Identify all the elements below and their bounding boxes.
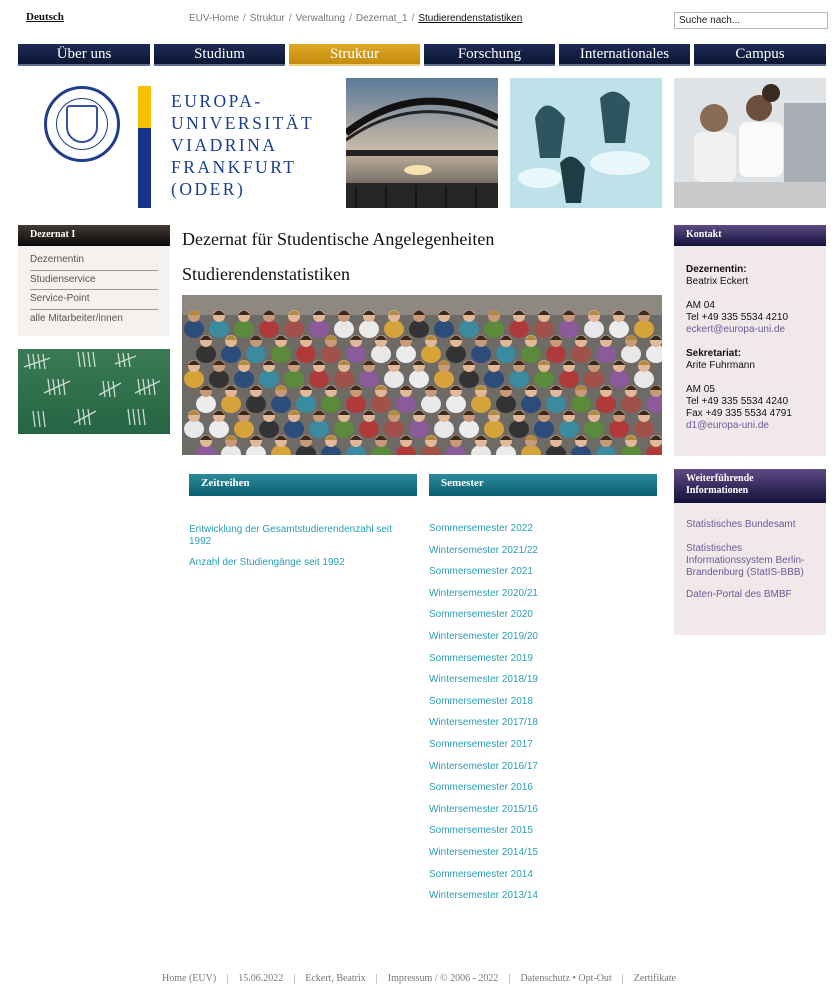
- link-studiengaenge[interactable]: Anzahl der Studiengänge seit 1992: [189, 557, 414, 569]
- logo-blue-bar: [138, 128, 151, 208]
- university-seal-logo[interactable]: [44, 86, 120, 162]
- sidebar-item-service-point[interactable]: Service-Point: [30, 291, 158, 310]
- breadcrumb-verwaltung[interactable]: Verwaltung: [296, 13, 345, 24]
- semester-link[interactable]: Wintersemester 2019/20: [429, 631, 538, 642]
- nav-struktur[interactable]: Struktur: [289, 44, 420, 66]
- sidebar-item-mitarbeiter[interactable]: alle Mitarbeiter/innen: [30, 311, 158, 330]
- nav-forschung[interactable]: Forschung: [424, 44, 555, 66]
- contact-sec-tel: Tel +49 335 5534 4240: [686, 396, 789, 407]
- semester-link[interactable]: Wintersemester 2013/14: [429, 890, 538, 901]
- footer-impressum[interactable]: Impressum / © 2006 - 2022: [388, 973, 499, 984]
- header-photo-chairs: [510, 78, 662, 208]
- breadcrumb-struktur[interactable]: Struktur: [250, 13, 285, 24]
- contact-sec-label: Sekretariat:: [686, 348, 742, 359]
- contact-head-tel: Tel +49 335 5534 4210: [686, 312, 789, 323]
- breadcrumb-current[interactable]: Studierendenstatistiken: [418, 13, 522, 24]
- semester-link[interactable]: Sommersemester 2020: [429, 609, 533, 620]
- university-name-logo[interactable]: EUROPA- UNIVERSITÄT VIADRINA FRANKFURT (…: [171, 90, 331, 200]
- footer-zertifikate[interactable]: Zertifikate: [634, 973, 676, 984]
- footer: Home (EUV) | 15.06.2022 | Eckert, Beatrix | Im…: [162, 973, 676, 984]
- sidebar-item-studienservice[interactable]: Studienservice: [30, 272, 158, 290]
- header-photo-students-computers: [674, 78, 826, 208]
- semester-link[interactable]: Wintersemester 2015/16: [429, 804, 538, 815]
- breadcrumb-dezernat[interactable]: Dezernat_1: [356, 13, 408, 24]
- contact-sec-email[interactable]: d1@europa-uni.de: [686, 420, 814, 432]
- contact-head-room: AM 04: [686, 300, 715, 311]
- semester-link[interactable]: Wintersemester 2017/18: [429, 717, 538, 728]
- logo-yellow-bar: [138, 86, 151, 128]
- nav-ueber-uns[interactable]: Über uns: [18, 44, 150, 66]
- contact-head-label: Dezernentin:: [686, 264, 747, 275]
- semester-link[interactable]: Sommersemester 2015: [429, 825, 533, 836]
- semester-link[interactable]: Sommersemester 2018: [429, 696, 533, 707]
- sidebar-nav: Dezernentin Studienservice Service-Point…: [18, 246, 170, 336]
- semester-link[interactable]: Wintersemester 2020/21: [429, 588, 538, 599]
- language-link[interactable]: Deutsch: [26, 11, 64, 23]
- link-daten-portal-bmbf[interactable]: Daten-Portal des BMBF: [686, 589, 814, 601]
- semester-link[interactable]: Sommersemester 2019: [429, 653, 533, 664]
- nav-campus[interactable]: Campus: [694, 44, 826, 66]
- footer-datenschutz[interactable]: Datenschutz • Opt-Out: [520, 973, 611, 984]
- students-group-photo: [182, 295, 662, 455]
- semester-link[interactable]: Sommersemester 2014: [429, 869, 533, 880]
- zeitreihen-header: Zeitreihen: [189, 474, 417, 496]
- breadcrumb-home[interactable]: EUV-Home: [189, 13, 239, 24]
- link-statistisches-bundesamt[interactable]: Statistisches Bundesamt: [686, 519, 814, 531]
- breadcrumb: EUV-Home / Struktur / Verwaltung / Dezernat_1/…: [189, 13, 523, 24]
- nav-internationales[interactable]: Internationales: [559, 44, 690, 66]
- semester-link[interactable]: Wintersemester 2016/17: [429, 761, 538, 772]
- link-gesamtstudierendenzahl[interactable]: Entwicklung der Gesamtstudierendenzahl s…: [189, 524, 414, 548]
- contact-box: Dezernentin: Beatrix Eckert AM 04 Tel +4…: [674, 246, 826, 456]
- contact-sec-fax: Fax +49 335 5534 4791: [686, 408, 792, 419]
- semester-link[interactable]: Sommersemester 2021: [429, 566, 533, 577]
- search-input[interactable]: [674, 12, 828, 29]
- contact-head-email[interactable]: eckert@europa-uni.de: [686, 324, 814, 336]
- contact-head-name: Beatrix Eckert: [686, 276, 749, 287]
- contact-sec-room: AM 05: [686, 384, 715, 395]
- more-info-title: Weiterführende Informationen: [674, 469, 826, 503]
- semester-header: Semester: [429, 474, 657, 496]
- footer-date: 15.06.2022: [238, 973, 284, 984]
- nav-studium[interactable]: Studium: [154, 44, 285, 66]
- page-title: Dezernat für Studentische Angelegenheite…: [182, 229, 495, 249]
- chalkboard-tally-image: [18, 349, 170, 434]
- semester-link[interactable]: Wintersemester 2021/22: [429, 545, 538, 556]
- header-photo-bridge: [346, 78, 498, 208]
- semester-link[interactable]: Wintersemester 2014/15: [429, 847, 538, 858]
- contact-title: Kontakt: [674, 225, 826, 246]
- semester-link[interactable]: Wintersemester 2018/19: [429, 674, 538, 685]
- footer-author[interactable]: Eckert, Beatrix: [305, 973, 366, 984]
- link-statis-bbb[interactable]: Statistisches Informationssystem Berlin-…: [686, 543, 814, 579]
- sidebar-title: Dezernat I: [18, 225, 170, 246]
- more-info-box: Statistisches Bundesamt Statistisches In…: [674, 503, 826, 635]
- footer-home[interactable]: Home (EUV): [162, 973, 216, 984]
- semester-link[interactable]: Sommersemester 2016: [429, 782, 533, 793]
- semester-link[interactable]: Sommersemester 2022: [429, 523, 533, 534]
- contact-sec-name: Arite Fuhrmann: [686, 360, 755, 371]
- sidebar-item-dezernentin[interactable]: Dezernentin: [30, 252, 158, 271]
- page-subtitle: Studierendenstatistiken: [182, 264, 350, 284]
- semester-link[interactable]: Sommersemester 2017: [429, 739, 533, 750]
